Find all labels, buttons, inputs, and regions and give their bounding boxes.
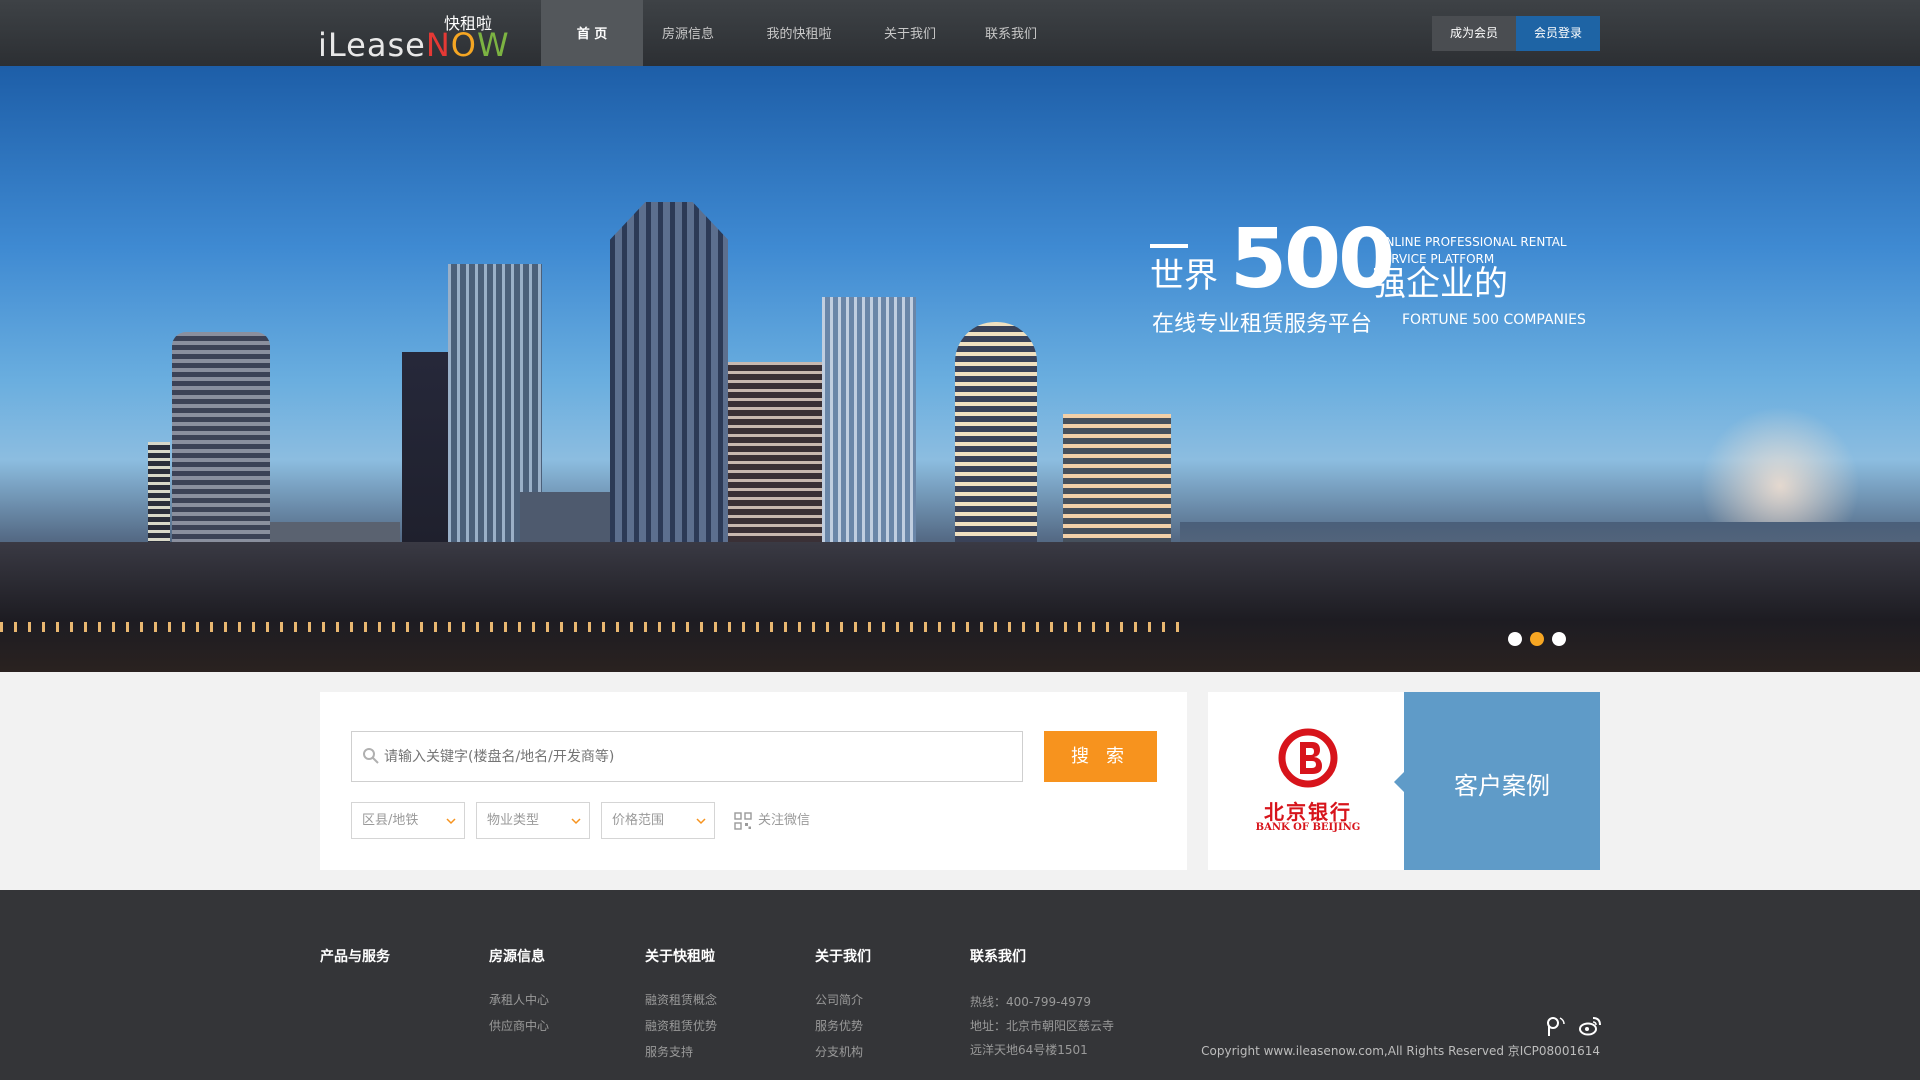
search-panel: 搜 索 区县/地铁 物业类型 价格范围 关注微信 [320,692,1187,870]
footer-heading[interactable]: 产品与服务 [320,946,390,976]
social-links [1544,1014,1602,1038]
contact-address-1: 地址：北京市朝阳区慈云寺 [970,1019,1115,1033]
follow-wechat-link[interactable]: 关注微信 [734,810,810,832]
footer-link-leasing-concept[interactable]: 融资租赁概念 [645,988,717,1012]
nav-home[interactable]: 首 页 [541,0,643,66]
footer-link-service-advantages[interactable]: 服务优势 [815,1014,871,1038]
qr-code-icon [734,812,752,830]
district-subway-select[interactable]: 区县/地铁 [351,802,465,839]
footer-heading[interactable]: 联系我们 [970,946,1114,976]
footer-col-about-us: 关于我们 公司简介 服务优势 分支机构 [815,946,871,1064]
slogan-en-line2: FORTUNE 500 COMPANIES [1402,312,1586,328]
carousel-dot-2[interactable] [1530,632,1544,646]
site-footer: 产品与服务 房源信息 承租人中心 供应商中心 关于快租啦 融资租赁概念 融资租赁… [0,890,1920,1080]
carousel-dots [1508,632,1566,646]
search-button[interactable]: 搜 索 [1044,731,1157,782]
footer-col-contact: 联系我们 热线：400-799-4979 地址：北京市朝阳区慈云寺 远洋天地64… [970,946,1114,1062]
slogan-world: 世界 [1150,256,1218,296]
search-icon [363,748,379,764]
bank-name-cn: 北京银行 [1264,800,1352,824]
footer-link-tenant-center[interactable]: 承租人中心 [489,988,549,1012]
footer-link-leasing-advantages[interactable]: 融资租赁优势 [645,1014,717,1038]
footer-link-company-intro[interactable]: 公司简介 [815,988,871,1012]
carousel-dot-3[interactable] [1552,632,1566,646]
copyright-text: Copyright www.ileasenow.com,All Rights R… [1201,1044,1600,1058]
slogan-subtitle: 在线专业租赁服务平台 [1152,312,1373,337]
main-nav: 首 页 房源信息 我的快租啦 关于我们 联系我们 [541,0,1067,66]
banner-slogan: 世界 500 ONLINE PROFESSIONAL RENTAL SERVIC… [1150,212,1590,346]
footer-heading[interactable]: 关于快租啦 [645,946,717,976]
district-subway-label: 区县/地铁 [362,813,419,828]
client-case-button[interactable]: 客户案例 [1394,692,1600,870]
contact-hotline: 热线：400-799-4979 [970,995,1092,1009]
site-logo[interactable]: 快租啦 iLeaseNOW [318,8,509,64]
logo-en-text: iLeaseNOW [318,26,510,64]
search-input[interactable] [384,732,1004,781]
slogan-500: 500 [1230,212,1395,307]
sina-weibo-icon[interactable] [1578,1014,1602,1038]
nav-listings[interactable]: 房源信息 [643,0,733,66]
member-login-button[interactable]: 会员登录 [1516,16,1600,51]
footer-col-listings: 房源信息 承租人中心 供应商中心 [489,946,549,1038]
client-case-panel: 北京银行 BANK OF BEIJING 客户案例 [1208,692,1600,870]
footer-link-supplier-center[interactable]: 供应商中心 [489,1014,549,1038]
chevron-down-icon [696,818,706,825]
follow-wechat-label: 关注微信 [758,813,811,828]
bank-of-beijing-logo: 北京银行 BANK OF BEIJING [1248,728,1368,838]
street-lights [0,622,1180,632]
price-range-label: 价格范围 [612,813,665,828]
price-range-select[interactable]: 价格范围 [601,802,715,839]
footer-col-about-ilease: 关于快租啦 融资租赁概念 融资租赁优势 服务支持 [645,946,717,1064]
client-logo-box[interactable]: 北京银行 BANK OF BEIJING [1208,692,1404,870]
property-type-select[interactable]: 物业类型 [476,802,590,839]
nav-contact-us[interactable]: 联系我们 [955,0,1067,66]
foreground-ground [0,542,1920,672]
bank-name-en: BANK OF BEIJING [1255,822,1361,833]
bank-of-beijing-emblem-icon [1278,728,1338,788]
footer-col-products: 产品与服务 [320,946,390,976]
carousel-dot-1[interactable] [1508,632,1522,646]
nav-about-us[interactable]: 关于我们 [865,0,955,66]
become-member-button[interactable]: 成为会员 [1432,16,1516,51]
chevron-down-icon [446,818,456,825]
chevron-down-icon [571,818,581,825]
footer-heading[interactable]: 关于我们 [815,946,871,976]
tencent-weibo-icon[interactable] [1544,1014,1568,1038]
footer-link-service-support[interactable]: 服务支持 [645,1040,717,1064]
footer-heading[interactable]: 房源信息 [489,946,549,976]
search-box [351,731,1023,782]
property-type-label: 物业类型 [487,813,540,828]
slogan-strong: 强企业的 [1372,264,1508,304]
client-case-title: 客户案例 [1454,772,1550,800]
contact-address-2: 远洋天地64号楼1501 [970,1043,1088,1057]
nav-my-ileasenow[interactable]: 我的快租啦 [733,0,865,66]
top-header: 快租啦 iLeaseNOW 首 页 房源信息 我的快租啦 关于我们 联系我们 成… [0,0,1920,66]
footer-link-branches[interactable]: 分支机构 [815,1040,871,1064]
hero-banner: 世界 500 ONLINE PROFESSIONAL RENTAL SERVIC… [0,66,1920,672]
